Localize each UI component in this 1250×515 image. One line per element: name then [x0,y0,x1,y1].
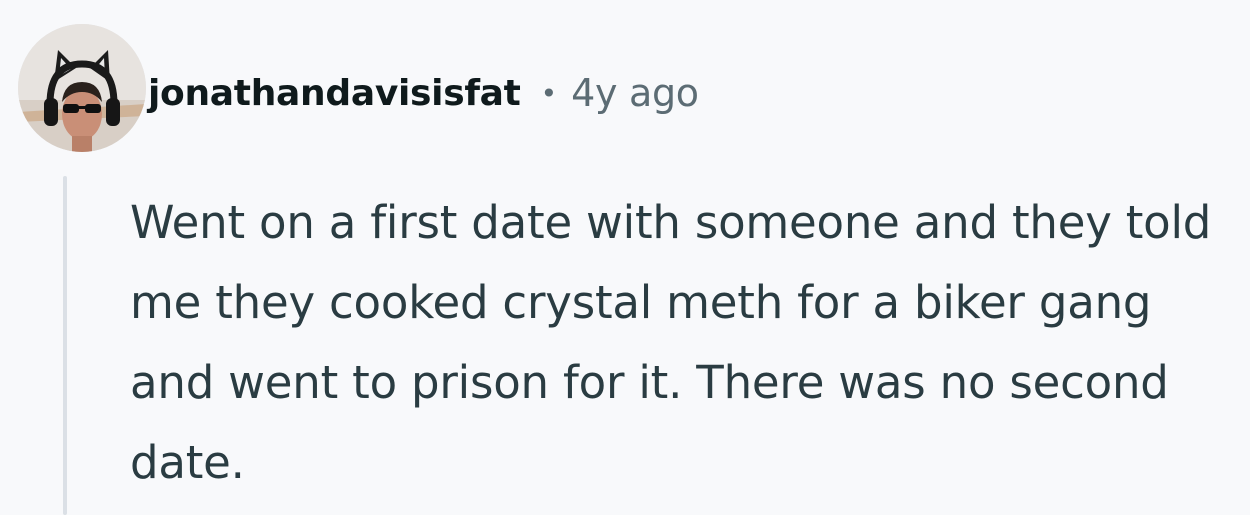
meta-separator: • [540,76,558,110]
thread-collapse-line[interactable] [63,176,67,515]
user-avatar[interactable] [18,24,146,152]
comment-body: Went on a first date with someone and th… [130,196,1212,489]
comment-timestamp[interactable]: 4y ago [571,71,699,115]
comment: jonathandavisisfat • 4y ago Went on a fi… [0,0,1250,515]
username-link[interactable]: jonathandavisisfat [148,73,521,114]
avatar-image [18,24,146,152]
comment-meta: jonathandavisisfat • 4y ago [148,62,699,124]
